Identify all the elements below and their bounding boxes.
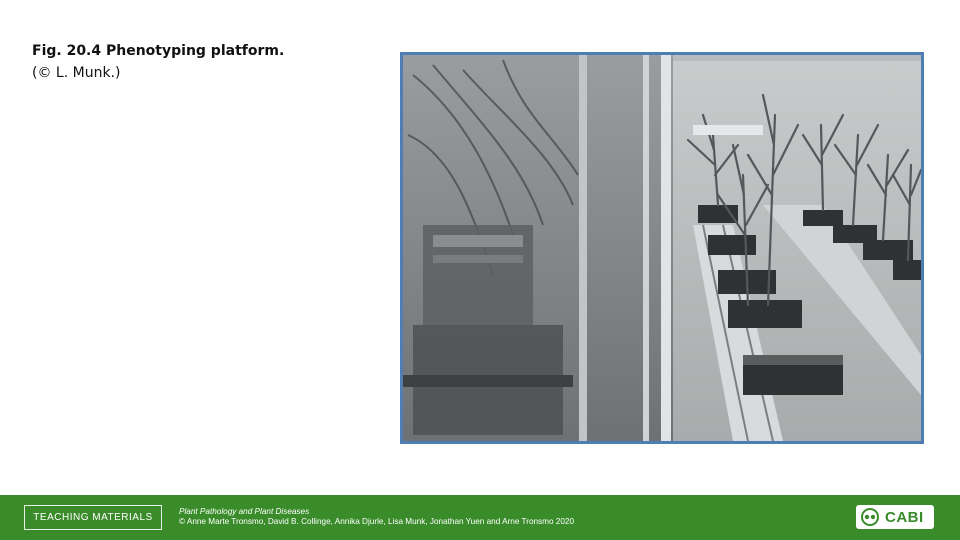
slide: Fig. 20.4 Phenotyping platform. (© L. Mu… [0, 0, 960, 540]
figure-caption: Fig. 20.4 Phenotyping platform. (© L. Mu… [32, 40, 372, 84]
cabi-logo: CABI [856, 505, 934, 529]
book-authors: © Anne Marte Tronsmo, David B. Collinge,… [179, 517, 575, 526]
teaching-materials-label: TEACHING MATERIALS [24, 505, 162, 530]
book-title: Plant Pathology and Plant Diseases [179, 507, 310, 516]
cabi-logo-icon [861, 508, 879, 526]
figure-credit: (© L. Munk.) [32, 65, 121, 81]
phenotyping-platform-photo [400, 52, 924, 444]
photo-illustration [403, 55, 921, 441]
footer-bar: TEACHING MATERIALS Plant Pathology and P… [0, 495, 960, 540]
figure-title: Fig. 20.4 Phenotyping platform. [32, 43, 285, 59]
book-credit: Plant Pathology and Plant Diseases © Ann… [179, 507, 574, 527]
cabi-logo-text: CABI [885, 508, 924, 526]
